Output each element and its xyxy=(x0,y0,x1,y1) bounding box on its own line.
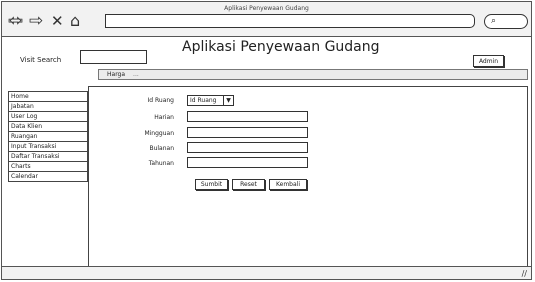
address-bar[interactable] xyxy=(105,14,475,28)
visit-search-input[interactable] xyxy=(80,50,147,64)
browser-search-button[interactable]: ⌕ xyxy=(484,14,528,29)
forward-icon[interactable]: ⇨ xyxy=(29,11,43,31)
sidebar-item-ruangan[interactable]: Ruangan xyxy=(8,132,88,142)
mingguan-label: Mingguan xyxy=(144,130,174,137)
sidebar-item-input-transaksi[interactable]: Input Transaksi xyxy=(8,142,88,152)
tahunan-input[interactable] xyxy=(187,157,308,168)
sidebar-item-user-log[interactable]: User Log xyxy=(8,112,88,122)
admin-button[interactable]: Admin xyxy=(473,55,504,67)
close-icon[interactable]: ✕ xyxy=(51,11,64,31)
kembali-button[interactable]: Kembali xyxy=(269,179,307,190)
app-title: Aplikasi Penyewaan Gudang xyxy=(182,39,380,55)
sidebar-item-data-klien[interactable]: Data Klien xyxy=(8,122,88,132)
id-ruang-value: Id Ruang xyxy=(190,97,217,104)
sidebar-item-daftar-transaksi[interactable]: Daftar Transaksi xyxy=(8,152,88,162)
sidebar-menu: Home Jabatan User Log Data Klien Ruangan… xyxy=(8,91,88,182)
harian-label: Harian xyxy=(154,114,174,121)
resize-grip-icon[interactable]: ∕∕ xyxy=(522,269,527,278)
back-icon[interactable]: ⇦ xyxy=(9,11,23,31)
bulanan-label: Bulanan xyxy=(149,145,174,152)
id-ruang-select[interactable]: Id Ruang ▼ xyxy=(187,95,234,106)
bulanan-input[interactable] xyxy=(187,142,308,153)
breadcrumb-current: Harga xyxy=(107,71,126,78)
sidebar-item-charts[interactable]: Charts xyxy=(8,162,88,172)
sidebar-item-jabatan[interactable]: Jabatan xyxy=(8,102,88,112)
visit-search-label: Visit Search xyxy=(20,56,62,64)
submit-button[interactable]: Sumbit xyxy=(195,179,228,190)
sidebar-item-home[interactable]: Home xyxy=(8,91,88,102)
breadcrumb: Harga... xyxy=(98,69,528,80)
reset-button[interactable]: Reset xyxy=(232,179,265,190)
browser-titlebar: Aplikasi Penyewaan Gudang ⇨ ⇦ ⇨ ✕ ⌂ ⌕ xyxy=(2,2,531,37)
breadcrumb-suffix: ... xyxy=(133,71,139,78)
dropdown-arrow-icon[interactable]: ▼ xyxy=(223,96,233,105)
search-icon: ⌕ xyxy=(491,16,497,26)
home-icon[interactable]: ⌂ xyxy=(70,11,80,31)
tahunan-label: Tahunan xyxy=(148,160,174,167)
status-bar: ∕∕ xyxy=(2,266,531,279)
mingguan-input[interactable] xyxy=(187,127,308,138)
id-ruang-label: Id Ruang xyxy=(147,97,174,104)
browser-window: Aplikasi Penyewaan Gudang ⇨ ⇦ ⇨ ✕ ⌂ ⌕ Ap… xyxy=(1,1,532,280)
harian-input[interactable] xyxy=(187,111,308,122)
sidebar-item-calendar[interactable]: Calendar xyxy=(8,172,88,182)
window-title: Aplikasi Penyewaan Gudang xyxy=(224,5,309,12)
